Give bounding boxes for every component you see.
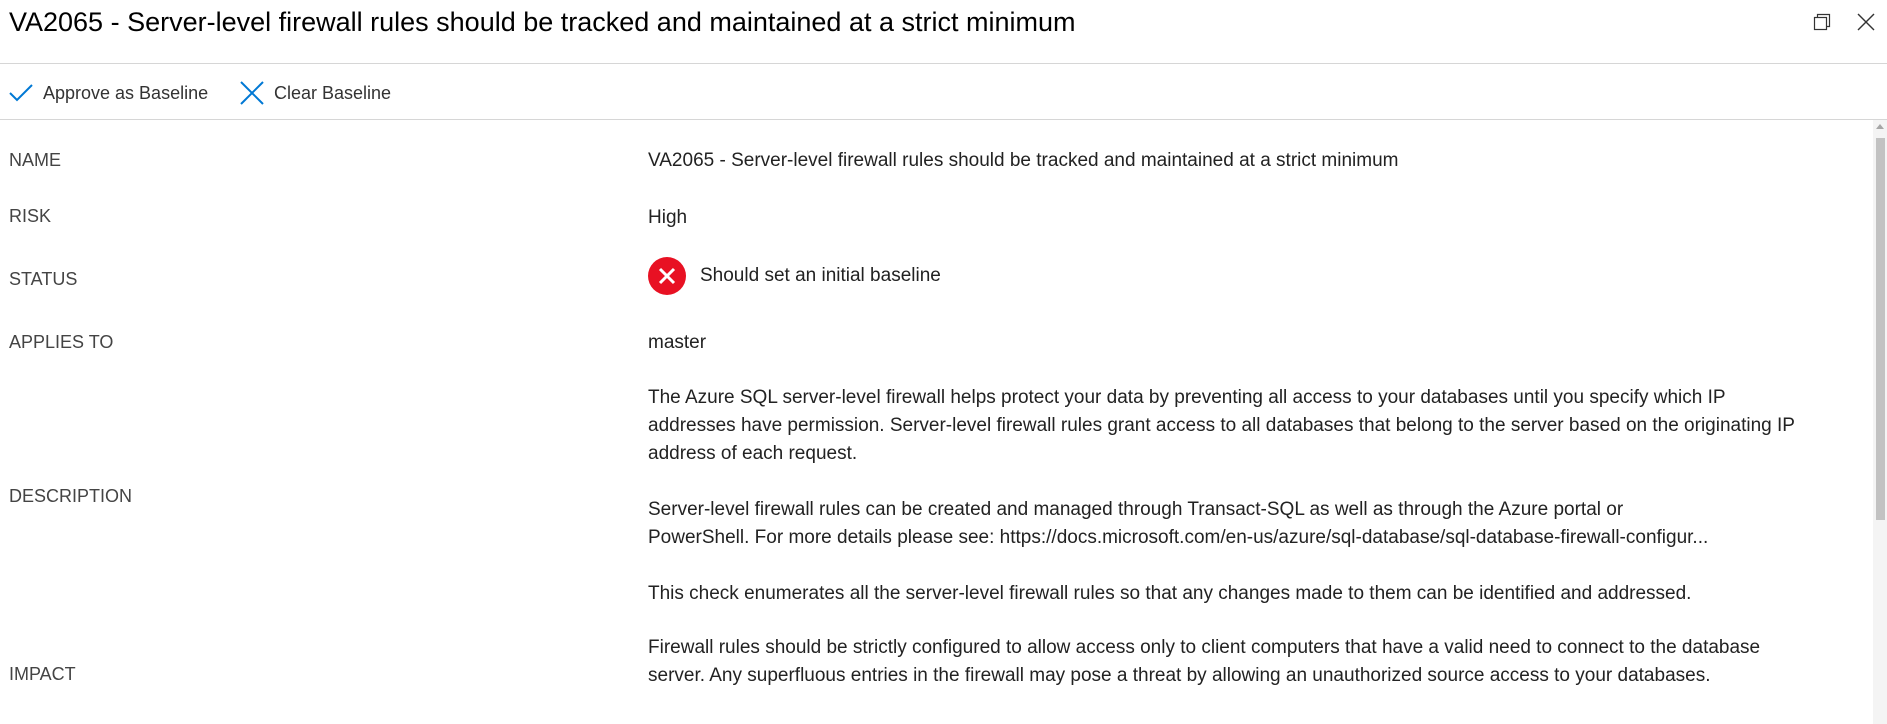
close-button[interactable] bbox=[1852, 8, 1880, 36]
description-paragraph-1: The Azure SQL server-level firewall help… bbox=[648, 387, 1795, 464]
restore-icon bbox=[1813, 13, 1831, 31]
status-text: Should set an initial baseline bbox=[700, 265, 941, 286]
toolbar: Approve as Baseline Clear Baseline bbox=[0, 64, 1887, 120]
checkmark-icon bbox=[9, 84, 33, 102]
scroll-up-arrow-icon[interactable] bbox=[1876, 124, 1884, 129]
header: VA2065 - Server-level firewall rules sho… bbox=[0, 0, 1887, 64]
description-paragraph-2-line-1: Server-level firewall rules can be creat… bbox=[648, 499, 1624, 520]
impact-label: IMPACT bbox=[9, 664, 76, 684]
x-icon bbox=[240, 81, 264, 105]
risk-value: High bbox=[648, 207, 688, 228]
applies-to-value: master bbox=[648, 332, 707, 353]
status-value: Should set an initial baseline bbox=[648, 257, 941, 295]
risk-label: RISK bbox=[9, 206, 52, 226]
page-title: VA2065 - Server-level firewall rules sho… bbox=[9, 7, 1076, 37]
clear-baseline-button[interactable]: Clear Baseline bbox=[240, 78, 391, 108]
vertical-scrollbar[interactable] bbox=[1873, 120, 1887, 724]
status-label: STATUS bbox=[9, 269, 78, 289]
clear-baseline-label: Clear Baseline bbox=[274, 82, 392, 103]
restore-button[interactable] bbox=[1808, 8, 1836, 36]
name-value: VA2065 - Server-level firewall rules sho… bbox=[648, 150, 1399, 171]
description-paragraph-2-line-2: PowerShell. For more details please see:… bbox=[648, 527, 1709, 548]
name-label: NAME bbox=[9, 150, 62, 170]
error-icon bbox=[648, 257, 686, 295]
scroll-thumb[interactable] bbox=[1876, 138, 1885, 520]
approve-baseline-button[interactable]: Approve as Baseline bbox=[9, 78, 208, 108]
details-panel: NAME VA2065 - Server-level firewall rule… bbox=[0, 120, 1870, 724]
description-paragraph-3: This check enumerates all the server-lev… bbox=[648, 583, 1692, 604]
approve-baseline-label: Approve as Baseline bbox=[43, 82, 209, 103]
close-icon bbox=[1857, 13, 1875, 31]
applies-to-label: APPLIES TO bbox=[9, 332, 114, 352]
impact-value: Firewall rules should be strictly config… bbox=[648, 637, 1761, 686]
description-label: DESCRIPTION bbox=[9, 486, 133, 506]
